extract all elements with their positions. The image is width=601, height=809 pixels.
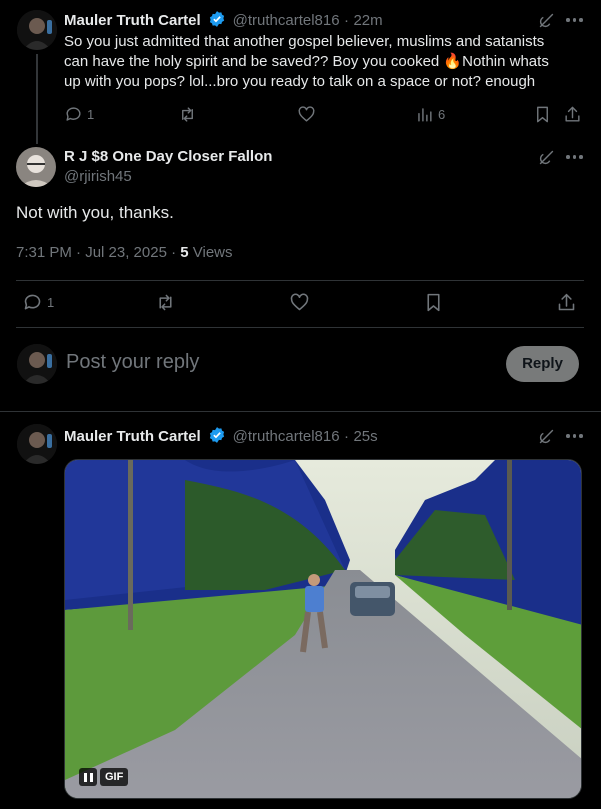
main-tweet-text: Not with you, thanks. — [16, 203, 174, 222]
gif-image — [65, 460, 581, 798]
avatar-mauler[interactable] — [17, 10, 57, 50]
bookmark-button[interactable] — [423, 292, 444, 313]
like-button[interactable] — [297, 105, 316, 124]
avatar-rjirish[interactable] — [16, 147, 56, 187]
author-name[interactable]: Mauler Truth Cartel — [64, 12, 201, 29]
grok-icon[interactable] — [537, 148, 556, 167]
gif-controls: GIF — [79, 768, 129, 786]
main-author-handle[interactable]: @rjirish45 — [64, 168, 132, 185]
tweet-timestamp[interactable]: 7:31 PM · Jul 23, 2025 · — [16, 244, 180, 261]
tweet-time[interactable]: 25s — [353, 428, 377, 445]
reply-icon — [66, 107, 81, 121]
repost-icon — [182, 107, 193, 122]
heart-icon — [298, 106, 315, 122]
repost-icon — [159, 294, 172, 311]
reply-button[interactable]: 1 — [22, 292, 54, 313]
divider — [16, 327, 584, 328]
avatar-mauler[interactable] — [17, 424, 57, 464]
separator-dot: · — [344, 12, 350, 29]
share-icon — [558, 293, 575, 311]
bookmark-icon — [427, 293, 440, 312]
views-number: 5 — [180, 244, 189, 261]
tweet-text-line: can have the holy spirit and be saved?? … — [64, 53, 549, 70]
verified-badge-icon — [210, 427, 225, 443]
share-button[interactable] — [556, 292, 577, 313]
bookmark-icon — [537, 106, 548, 123]
grok-icon[interactable] — [537, 11, 556, 30]
views-label: Views — [188, 244, 233, 261]
grok-icon[interactable] — [537, 427, 556, 446]
more-options-icon[interactable] — [566, 434, 583, 438]
tweet-time[interactable]: 22m — [353, 12, 382, 29]
reply-icon — [24, 294, 41, 310]
thread-line — [36, 54, 38, 144]
bookmark-button[interactable] — [533, 105, 552, 124]
repost-button[interactable] — [155, 292, 176, 313]
repost-button[interactable] — [178, 105, 197, 124]
tweet-top-text: So you just admitted that another gospel… — [64, 32, 584, 92]
author-handle[interactable]: @truthcartel816 — [233, 12, 340, 29]
share-button[interactable] — [563, 105, 582, 124]
views-chart-icon — [418, 108, 432, 122]
fire-emoji-icon: 🔥 — [443, 53, 463, 70]
share-icon — [565, 106, 580, 122]
gif-badge: GIF — [100, 768, 129, 786]
tweet-bottom-header: Mauler Truth Cartel @truthcartel816 · 25… — [64, 426, 378, 446]
divider — [0, 411, 601, 412]
reply-input[interactable]: Post your reply — [66, 351, 486, 374]
heart-icon — [290, 293, 309, 311]
author-name[interactable]: Mauler Truth Cartel — [64, 428, 201, 445]
reply-button-submit[interactable]: Reply — [506, 346, 579, 382]
tweet-text-line: So you just admitted that another gospel… — [64, 33, 545, 50]
main-tweet-meta: 7:31 PM · Jul 23, 2025 · 5 Views — [16, 244, 233, 261]
views-button[interactable]: 6 — [415, 105, 445, 124]
separator-dot: · — [344, 428, 350, 445]
pause-icon[interactable] — [79, 768, 97, 786]
divider — [16, 280, 584, 281]
verified-badge-icon — [210, 11, 225, 27]
tweet-text-line: up with you pops? lol...bro you ready to… — [64, 73, 536, 90]
tweet-top-header: Mauler Truth Cartel @truthcartel816 · 22… — [64, 10, 383, 30]
main-author-name[interactable]: R J $8 One Day Closer Fallon — [64, 148, 272, 165]
reply-button[interactable]: 1 — [64, 105, 94, 124]
like-button[interactable] — [289, 292, 310, 313]
author-handle[interactable]: @truthcartel816 — [233, 428, 340, 445]
gif-media[interactable]: GIF — [64, 459, 582, 799]
more-options-icon[interactable] — [566, 18, 583, 22]
avatar-current-user[interactable] — [17, 344, 57, 384]
more-options-icon[interactable] — [566, 155, 583, 159]
